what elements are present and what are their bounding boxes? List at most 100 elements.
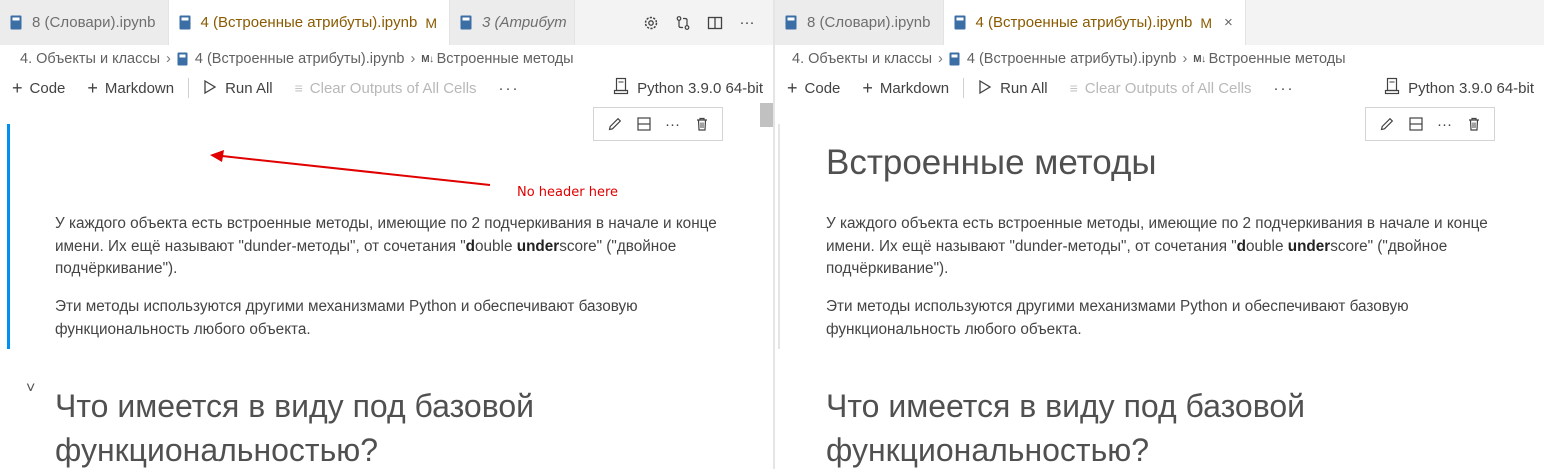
markdown-icon: M↓ [1193, 53, 1206, 65]
tab-slovari[interactable]: 8 (Словари).ipynb [0, 0, 169, 45]
paragraph-text: ouble [1246, 237, 1288, 255]
right-tab-bar: 8 (Словари).ipynb 4 (Встроенные атрибуты… [775, 0, 1544, 45]
breadcrumb-section[interactable]: Встроенные методы [437, 51, 574, 67]
toolbar-divider [188, 78, 190, 98]
tab-label: 4 (Встроенные атрибуты).ipynb [200, 14, 418, 31]
notebook-toolbar: + Code + Markdown Run All ≡ Clear Output… [12, 74, 763, 102]
tab-label: 4 (Встроенные атрибуты).ipynb [975, 14, 1193, 31]
chevron-right-icon: › [166, 51, 171, 67]
breadcrumb: 4. Объекты и классы › 4 (Встроенные атри… [792, 48, 1346, 70]
paragraph-text: ouble [475, 237, 517, 255]
notebook-icon [179, 15, 191, 30]
toolbar-divider [963, 78, 965, 98]
left-tab-bar: 8 (Словари).ipynb 4 (Встроенные атрибуты… [0, 0, 773, 45]
add-code-label: Code [804, 79, 841, 97]
breadcrumb-file[interactable]: 4 (Встроенные атрибуты).ipynb [195, 51, 405, 67]
run-all-label: Run All [1000, 79, 1048, 97]
more-icon[interactable]: ··· [662, 113, 684, 135]
compare-icon[interactable] [669, 9, 697, 37]
notebook-icon [460, 15, 472, 30]
tab-label: 3 (Атрибут [481, 14, 567, 31]
run-all-button[interactable]: Run All [977, 79, 1048, 98]
breadcrumb-folder[interactable]: 4. Объекты и классы [792, 51, 932, 67]
notebook-icon [949, 52, 960, 66]
notebook-icon [177, 52, 188, 66]
bold-text: under [1287, 237, 1331, 255]
cell-focus-indicator [7, 124, 10, 349]
tab-vstroennye-atributy[interactable]: 4 (Встроенные атрибуты).ipynb M [168, 0, 450, 45]
breadcrumb-file[interactable]: 4 (Встроенные атрибуты).ipynb [967, 51, 1177, 67]
clear-all-icon: ≡ [1069, 80, 1078, 96]
breadcrumb-folder[interactable]: 4. Объекты и классы [20, 51, 160, 67]
add-code-button[interactable]: + Code [12, 79, 65, 97]
markdown-heading: Встроенные методы [826, 143, 1157, 182]
chevron-down-icon[interactable]: ˅ [26, 380, 35, 398]
notebook-toolbar: + Code + Markdown Run All ≡ Clear Output… [787, 74, 1534, 102]
scrollbar-thumb[interactable] [760, 103, 773, 127]
run-all-button[interactable]: Run All [202, 79, 273, 98]
bold-text: under [516, 237, 560, 255]
tab-vstroennye-atributy[interactable]: 4 (Встроенные атрибуты).ipynb M × [943, 0, 1246, 45]
tab-label: 8 (Словари).ipynb [807, 14, 931, 31]
more-icon[interactable]: ··· [1434, 113, 1456, 135]
modified-indicator: M [1200, 14, 1212, 31]
edit-pencil-icon[interactable] [1376, 113, 1398, 135]
edit-pencil-icon[interactable] [604, 113, 626, 135]
plus-icon: + [862, 78, 873, 98]
clear-outputs-label: Clear Outputs of All Cells [1084, 79, 1252, 97]
plus-icon: + [12, 78, 23, 98]
split-cell-icon[interactable] [1405, 113, 1427, 135]
cell-border [778, 124, 780, 349]
breadcrumb: 4. Объекты и классы › 4 (Встроенные атри… [20, 48, 574, 70]
paragraph-functionality: Эти методы используются другими механизм… [55, 298, 638, 338]
modified-indicator: M [425, 14, 437, 31]
cell-toolbar: ··· [1365, 107, 1495, 141]
section-heading: Что имеется в виду под базовой функциона… [55, 388, 534, 468]
add-markdown-button[interactable]: + Markdown [87, 79, 174, 97]
add-markdown-label: Markdown [879, 79, 950, 97]
add-markdown-button[interactable]: + Markdown [862, 79, 949, 97]
notebook-icon [10, 15, 22, 30]
kernel-icon [1384, 77, 1400, 99]
editor-actions: ··· [637, 0, 773, 45]
more-icon[interactable]: ··· [733, 9, 761, 37]
chevron-right-icon: › [938, 51, 943, 67]
chevron-right-icon: › [1182, 51, 1188, 67]
split-editor-icon[interactable] [701, 9, 729, 37]
clear-all-icon: ≡ [294, 80, 303, 96]
add-code-label: Code [29, 79, 66, 97]
run-all-icon [977, 79, 993, 98]
kernel-icon [613, 77, 629, 99]
trash-icon[interactable] [691, 113, 713, 135]
tab-slovari[interactable]: 8 (Словари).ipynb [775, 0, 944, 45]
tab-atributy-preview[interactable]: 3 (Атрибут [449, 0, 575, 45]
paragraph-intro: У каждого объекта есть встроенные методы… [55, 213, 745, 281]
clear-outputs-button[interactable]: ≡ Clear Outputs of All Cells [1070, 80, 1252, 97]
markdown-icon: M↓ [421, 53, 434, 65]
kernel-picker[interactable]: Python 3.9.0 64-bit [613, 77, 763, 99]
right-editor-pane: 8 (Словари).ipynb 4 (Встроенные атрибуты… [775, 0, 1544, 469]
breadcrumb-section[interactable]: Встроенные методы [1209, 51, 1346, 67]
bold-text: d [465, 237, 476, 255]
trash-icon[interactable] [1463, 113, 1485, 135]
run-all-label: Run All [225, 79, 273, 97]
add-markdown-label: Markdown [104, 79, 175, 97]
toolbar-more-button[interactable]: ··· [499, 80, 520, 97]
clear-outputs-button[interactable]: ≡ Clear Outputs of All Cells [295, 80, 477, 97]
kernel-picker[interactable]: Python 3.9.0 64-bit [1384, 77, 1534, 99]
chevron-right-icon: › [410, 51, 416, 67]
tab-label: 8 (Словари).ipynb [32, 14, 156, 31]
bold-text: d [1236, 237, 1247, 255]
left-editor-pane: 8 (Словари).ipynb 4 (Встроенные атрибуты… [0, 0, 773, 469]
notebook-icon [954, 15, 966, 30]
section-heading: Что имеется в виду под базовой функциона… [826, 388, 1305, 468]
close-icon[interactable]: × [1224, 14, 1233, 31]
split-cell-icon[interactable] [633, 113, 655, 135]
clear-outputs-label: Clear Outputs of All Cells [309, 79, 477, 97]
add-code-button[interactable]: + Code [787, 79, 840, 97]
run-all-icon [202, 79, 218, 98]
toolbar-more-button[interactable]: ··· [1274, 80, 1295, 97]
settings-icon[interactable] [637, 9, 665, 37]
notebook-icon [785, 15, 797, 30]
kernel-label: Python 3.9.0 64-bit [637, 79, 763, 97]
